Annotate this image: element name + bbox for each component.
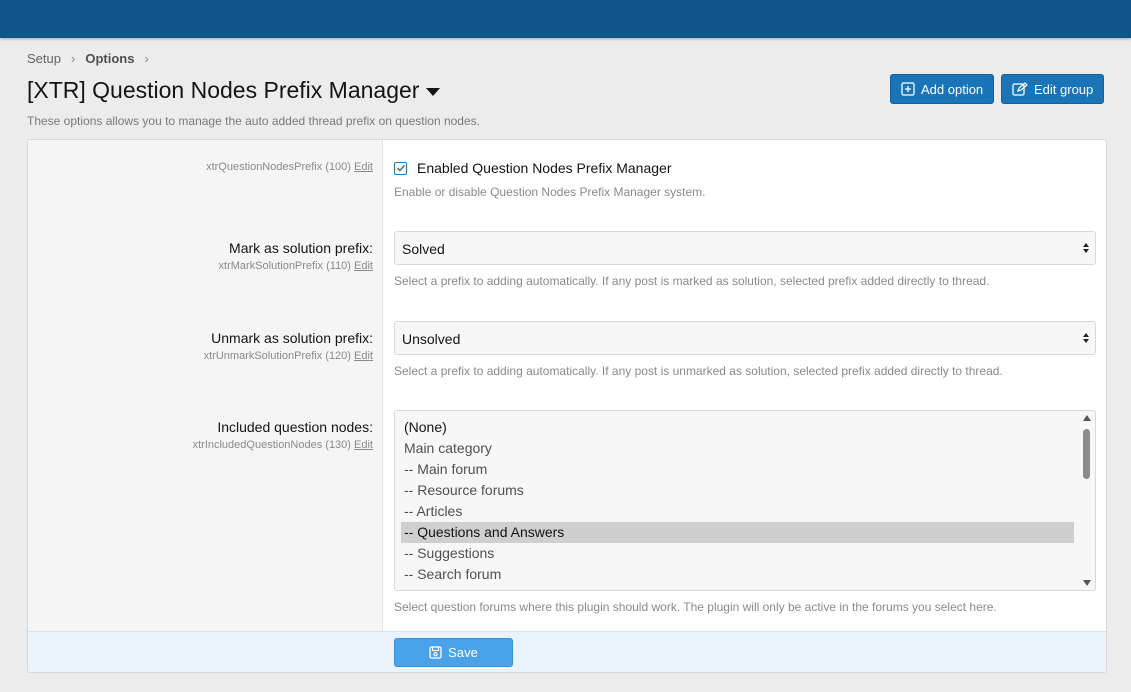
nodes-list: (None) Main category -- Main forum -- Re… bbox=[395, 417, 1095, 585]
scroll-up-icon[interactable] bbox=[1083, 415, 1091, 421]
option-id: xtrMarkSolutionPrefix (110) bbox=[218, 260, 351, 272]
option-nodes-hint: xtrIncludedQuestionNodes (130) Edit bbox=[193, 439, 373, 451]
edit-link[interactable]: Edit bbox=[354, 439, 373, 451]
chevron-right-icon: › bbox=[70, 51, 76, 66]
enabled-checkbox[interactable] bbox=[394, 161, 407, 175]
page-title-text: [XTR] Question Nodes Prefix Manager bbox=[27, 77, 420, 103]
select-arrows-icon bbox=[1083, 333, 1089, 343]
mark-label-text: Mark as solution prefix: bbox=[229, 240, 373, 256]
option-id: xtrUnmarkSolutionPrefix (120) bbox=[203, 350, 351, 362]
page-title[interactable]: [XTR] Question Nodes Prefix Manager bbox=[27, 77, 441, 104]
enabled-explain: Enable or disable Question Nodes Prefix … bbox=[394, 185, 706, 199]
enabled-checkbox-row[interactable]: Enabled Question Nodes Prefix Manager bbox=[394, 160, 671, 176]
save-label: Save bbox=[448, 645, 478, 660]
save-icon bbox=[429, 646, 442, 659]
option-id: xtrIncludedQuestionNodes (130) bbox=[192, 439, 351, 451]
unmark-prefix-select[interactable]: Unsolved bbox=[394, 321, 1096, 355]
mark-prefix-value: Solved bbox=[402, 241, 445, 257]
unmark-label-text: Unmark as solution prefix: bbox=[211, 330, 373, 346]
edit-group-label: Edit group bbox=[1034, 81, 1094, 97]
option-unmark-hint: xtrUnmarkSolutionPrefix (120) Edit bbox=[204, 350, 373, 362]
edit-link[interactable]: Edit bbox=[354, 350, 373, 362]
plus-square-icon bbox=[901, 82, 915, 96]
breadcrumb-setup[interactable]: Setup bbox=[27, 51, 61, 66]
top-navigation-bar bbox=[0, 0, 1131, 38]
edit-link[interactable]: Edit bbox=[354, 161, 373, 173]
caret-down-icon[interactable] bbox=[426, 87, 441, 96]
nodes-explain: Select question forums where this plugin… bbox=[394, 600, 997, 614]
select-arrows-icon bbox=[1083, 243, 1089, 253]
unmark-prefix-value: Unsolved bbox=[402, 331, 461, 347]
edit-link[interactable]: Edit bbox=[354, 260, 373, 272]
save-button[interactable]: Save bbox=[394, 638, 513, 667]
form-footer: Save bbox=[28, 631, 1106, 672]
option-enabled-hint: xtrQuestionNodesPrefix (100) Edit bbox=[206, 161, 373, 173]
enabled-checkbox-label: Enabled Question Nodes Prefix Manager bbox=[417, 160, 672, 176]
add-option-button[interactable]: Add option bbox=[890, 74, 995, 104]
mark-explain: Select a prefix to adding automatically.… bbox=[394, 274, 990, 288]
mark-prefix-select[interactable]: Solved bbox=[394, 231, 1096, 265]
list-item[interactable]: -- Articles bbox=[401, 501, 1074, 522]
edit-group-button[interactable]: Edit group bbox=[1001, 74, 1105, 104]
scroll-thumb[interactable] bbox=[1083, 429, 1090, 479]
option-mark-hint: xtrMarkSolutionPrefix (110) Edit bbox=[219, 260, 373, 272]
labels-column bbox=[28, 140, 383, 631]
list-item-selected[interactable]: -- Questions and Answers bbox=[401, 522, 1074, 543]
list-item[interactable]: Main category bbox=[401, 438, 1074, 459]
list-item[interactable]: -- Search forum bbox=[401, 564, 1074, 585]
option-id: xtrQuestionNodesPrefix (100) bbox=[206, 161, 351, 173]
listbox-scrollbar[interactable] bbox=[1079, 411, 1095, 590]
option-unmark-label: Unmark as solution prefix: xtrUnmarkSolu… bbox=[204, 330, 373, 362]
options-panel: xtrQuestionNodesPrefix (100) Edit Enable… bbox=[27, 139, 1107, 673]
add-option-label: Add option bbox=[921, 81, 984, 97]
page-description: These options allows you to manage the a… bbox=[27, 114, 480, 128]
list-item[interactable]: -- Suggestions bbox=[401, 543, 1074, 564]
option-enabled-label: xtrQuestionNodesPrefix (100) Edit bbox=[206, 157, 373, 173]
unmark-explain: Select a prefix to adding automatically.… bbox=[394, 364, 1003, 378]
breadcrumb-options[interactable]: Options bbox=[85, 51, 134, 66]
check-icon bbox=[396, 164, 405, 172]
list-item[interactable]: -- Main forum bbox=[401, 459, 1074, 480]
option-nodes-label: Included question nodes: xtrIncludedQues… bbox=[193, 419, 373, 451]
list-item[interactable]: (None) bbox=[401, 417, 1074, 438]
scroll-down-icon[interactable] bbox=[1083, 580, 1091, 586]
included-nodes-listbox[interactable]: (None) Main category -- Main forum -- Re… bbox=[394, 410, 1096, 591]
nodes-label-text: Included question nodes: bbox=[217, 419, 373, 435]
edit-icon bbox=[1012, 82, 1028, 96]
list-item[interactable]: -- Resource forums bbox=[401, 480, 1074, 501]
breadcrumb: Setup › Options › bbox=[27, 51, 159, 66]
chevron-right-icon: › bbox=[144, 51, 149, 66]
option-mark-label: Mark as solution prefix: xtrMarkSolution… bbox=[219, 240, 373, 272]
